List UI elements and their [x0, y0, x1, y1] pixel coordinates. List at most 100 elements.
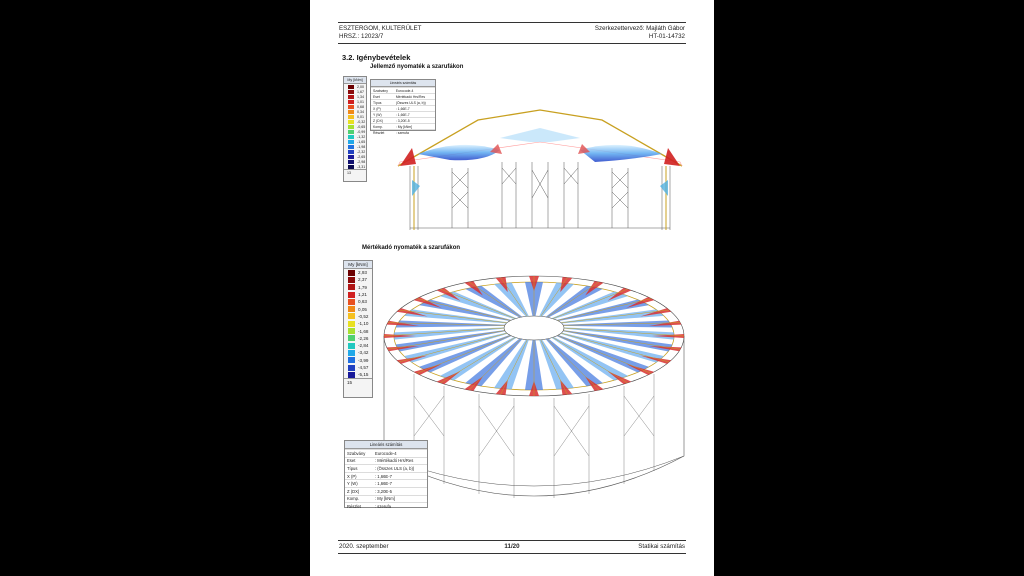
legend-row: -1,68 [344, 327, 372, 335]
info-value: Eurocode-4 [372, 449, 427, 458]
legend-value: -3,31 [357, 164, 366, 169]
legend-value: 0,01 [357, 114, 364, 119]
info-row: Komp.: My [kNm] [345, 494, 427, 503]
legend-swatch [348, 357, 355, 364]
info-key: Eset [345, 456, 373, 465]
legend-swatch [348, 335, 355, 342]
legend-row: 0,05 [344, 305, 372, 313]
legend-value: -0,52 [358, 313, 369, 319]
legend-row: -2,84 [344, 342, 372, 349]
legend-value: 1,21 [358, 292, 367, 298]
legend-swatch [348, 84, 354, 89]
legend-value: -5,15 [358, 372, 369, 378]
legend-value: -2,26 [358, 335, 369, 341]
info-key: Y (W) [345, 479, 373, 488]
legend-row: 0,63 [344, 298, 372, 305]
info-value: : (Összes ULS (a, b)) [372, 464, 427, 473]
legend-value: -2,98 [357, 159, 366, 164]
legend-row: 2,93 [344, 269, 372, 276]
figure1-caption: Jellemző nyomaték a szarufákon [370, 64, 464, 70]
legend-value: -2,84 [358, 343, 369, 349]
footer-document-type: Statikai számítás [638, 543, 685, 550]
legend-value: 1,67 [357, 89, 364, 94]
legend-value: -1,68 [358, 328, 369, 334]
legend-value: 1,79 [358, 284, 367, 290]
legend-row: 2,37 [344, 276, 372, 283]
rafter-axis [500, 277, 528, 317]
legend-swatch [348, 328, 355, 335]
page-footer: 2020. szeptember 11/20 Statikai számítás [338, 540, 686, 554]
legend-swatch [348, 349, 355, 356]
legend-swatch [348, 144, 354, 149]
info-key: Szabvány [345, 449, 373, 458]
info-key: Típus [345, 464, 373, 473]
header-project: ESZTERGOM, KULTERÜLET [339, 25, 422, 32]
calculation-info-large: Lineáris számítás Szabvány Eurocode-4 Eset… [344, 440, 428, 510]
info-value: : My [kNm] [372, 494, 427, 503]
header-designer: Szerkezettervező: Majláth Gábor [594, 25, 685, 32]
legend-value: -0,99 [357, 129, 366, 134]
legend-value: 2,37 [358, 277, 367, 283]
legend-swatch [348, 94, 354, 99]
legend-swatch [348, 104, 354, 109]
legend-swatch [348, 364, 355, 371]
info-key: Z (DX) [345, 486, 373, 496]
elevation-moment-diagram [397, 109, 683, 230]
legend-title: My [kNm] [344, 77, 366, 84]
legend-value: 0,34 [357, 109, 364, 114]
legend-row: -2,26 [344, 335, 372, 342]
info-value: : 3,20E-5 [372, 486, 427, 496]
legend-row: 1,21 [344, 291, 372, 298]
info-value: : 1,66E-7 [372, 471, 427, 480]
legend-foot: 13 [344, 169, 366, 176]
legend-swatch [348, 284, 355, 291]
legend-swatch [348, 109, 354, 114]
legend-value: -4,57 [358, 365, 369, 370]
legend-swatch [348, 298, 355, 305]
info-key: Részlet [345, 502, 373, 510]
legend-value: 1,34 [357, 94, 364, 99]
color-legend-large: My [kNm] 2,93 2,37 1,79 1,21 0,63 0,05 -0,52 -1… [343, 260, 373, 398]
legend-swatch [348, 139, 354, 144]
info-key: X (P) [345, 471, 373, 480]
legend-swatch [348, 320, 355, 327]
info-title: Lineáris számítás [345, 441, 427, 449]
legend-value: 1,01 [357, 99, 364, 104]
info-row: Eset: Mértékadó Hrs/Res [345, 456, 427, 465]
info-value: : 1,66E-7 [372, 479, 427, 488]
legend-foot: 15 [344, 378, 372, 386]
legend-swatch [348, 291, 355, 298]
legend-swatch [348, 371, 355, 378]
legend-row: -3,42 [344, 349, 372, 356]
figure2-caption: Mértékadó nyomaték a szarufákon [362, 245, 461, 251]
legend-title: My [kNm] [344, 261, 372, 269]
legend-swatch [348, 269, 355, 276]
document-page: ESZTERGOM, KULTERÜLET HRSZ.: 12023/7 Sze… [310, 0, 714, 576]
legend-swatch [348, 89, 354, 94]
legend-value: -0,65 [357, 124, 366, 129]
legend-value: 2,00 [357, 84, 364, 89]
legend-value: -3,99 [358, 357, 369, 363]
legend-swatch [348, 114, 354, 119]
header-license: HT-01-14732 [648, 33, 685, 40]
legend-value: -1,98 [357, 144, 366, 149]
info-row: Y (W): 1,66E-7 [345, 479, 427, 488]
legend-value: 2,93 [358, 270, 367, 276]
legend-swatch [348, 276, 355, 283]
info-key: Komp. [345, 494, 373, 503]
legend-value: -1,10 [358, 321, 369, 327]
legend-swatch [348, 124, 354, 129]
page-header: ESZTERGOM, KULTERÜLET HRSZ.: 12023/7 Sze… [338, 22, 686, 44]
legend-row: 1,79 [344, 284, 372, 291]
legend-value: 0,68 [357, 104, 364, 109]
header-parcel: HRSZ.: 12023/7 [339, 33, 384, 40]
legend-value: -3,42 [358, 350, 369, 356]
section-title: 3.2. Igénybevételek [342, 53, 411, 62]
info-row: Típus: (Összes ULS (a, b)) [345, 464, 427, 473]
legend-swatch [348, 134, 354, 139]
rafter-axis [540, 277, 568, 317]
legend-row: -1,10 [344, 320, 372, 327]
legend-value: -2,32 [357, 149, 366, 154]
legend-swatch [348, 164, 354, 169]
legend-value: -0,32 [357, 119, 366, 124]
